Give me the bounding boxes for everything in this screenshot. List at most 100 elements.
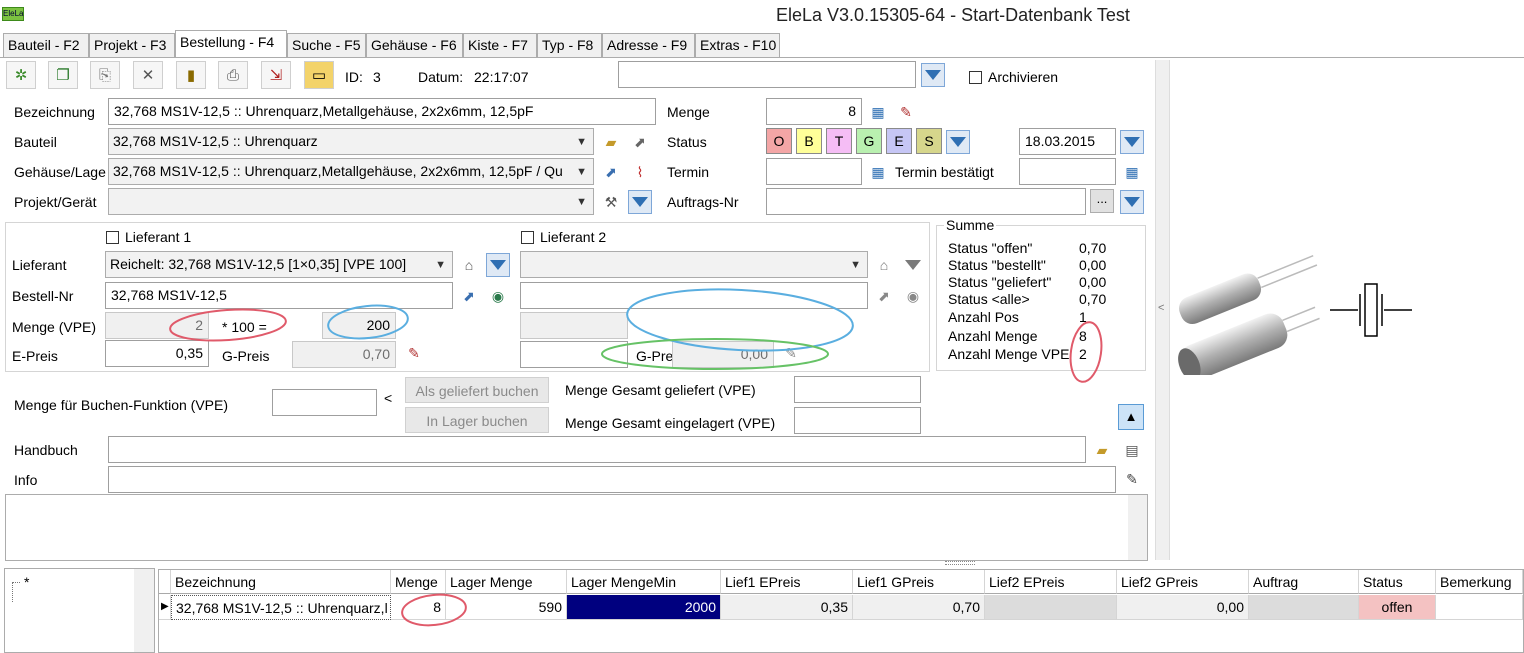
lieferant1-epreis-input[interactable]: 0,35: [105, 340, 209, 367]
table-cell-lager-menge[interactable]: 590: [446, 595, 567, 620]
open-folder-icon[interactable]: ▰: [599, 130, 623, 154]
table-cell-lief2-gpreis[interactable]: 0,00: [1117, 595, 1249, 620]
collapse-left-icon[interactable]: <: [1158, 302, 1164, 314]
bezeichnung-input[interactable]: 32,768 MS1V-12,5 :: Uhrenquarz,Metallgeh…: [108, 98, 656, 125]
termin-input[interactable]: [766, 158, 862, 185]
tab-extras[interactable]: Extras - F10: [695, 33, 780, 57]
eraser-icon[interactable]: ✎: [894, 100, 918, 124]
table-cell-auftrag[interactable]: [1249, 595, 1359, 620]
row-indicator-icon[interactable]: ▶: [159, 595, 171, 620]
home-icon[interactable]: ⌂: [872, 253, 896, 277]
home-icon[interactable]: ⌂: [457, 253, 481, 277]
new-icon[interactable]: ✲: [6, 61, 36, 89]
window-icon[interactable]: ▭: [304, 61, 334, 89]
search-input[interactable]: [618, 61, 916, 88]
tab-suche[interactable]: Suche - F5: [287, 33, 366, 57]
grid-header-lief1-epreis[interactable]: Lief1 EPreis: [721, 570, 853, 594]
tree-scrollbar[interactable]: [134, 569, 154, 652]
filter-icon[interactable]: [946, 130, 970, 154]
status-e-button[interactable]: E: [886, 128, 912, 154]
lieferant2-epreis-input[interactable]: [520, 341, 628, 368]
lieferant2-select[interactable]: ▼: [520, 251, 868, 278]
globe-icon[interactable]: ◉: [486, 284, 510, 308]
grid-header-auftrag[interactable]: Auftrag: [1249, 570, 1359, 594]
memo-scrollbar[interactable]: [1128, 495, 1147, 560]
filter-icon[interactable]: [486, 253, 510, 277]
goto-icon[interactable]: ⬈: [628, 130, 652, 154]
tab-kiste[interactable]: Kiste - F7: [463, 33, 537, 57]
calculator-icon[interactable]: ▦: [866, 100, 890, 124]
print-icon[interactable]: ⎙: [218, 61, 248, 89]
lieferant2-checkbox[interactable]: [521, 231, 534, 244]
grid-header-lief1-gpreis[interactable]: Lief1 GPreis: [853, 570, 985, 594]
chart-icon[interactable]: ⌇: [628, 160, 652, 184]
grid-header-lager-menge[interactable]: Lager Menge: [446, 570, 567, 594]
table-cell-lief2-epreis[interactable]: [985, 595, 1117, 620]
tab-typ[interactable]: Typ - F8: [537, 33, 602, 57]
table-cell-bezeichnung[interactable]: 32,768 MS1V-12,5 :: Uhrenquarz,l: [171, 595, 391, 620]
info-input[interactable]: [108, 466, 1116, 493]
status-date-input[interactable]: 18.03.2015: [1019, 128, 1116, 155]
export-icon[interactable]: ⇲: [261, 61, 291, 89]
archive-box-icon[interactable]: ▮: [176, 61, 206, 89]
grid-header-status[interactable]: Status: [1359, 570, 1436, 594]
gesamt-eingelagert-input[interactable]: [794, 407, 921, 434]
status-b-button[interactable]: B: [796, 128, 822, 154]
projekt-select[interactable]: ▼: [108, 188, 594, 215]
filter-icon[interactable]: [1120, 130, 1144, 154]
status-s-button[interactable]: S: [916, 128, 942, 154]
menge-input[interactable]: 8: [766, 98, 862, 125]
archive-checkbox[interactable]: [969, 71, 982, 84]
grid-header-bezeichnung[interactable]: Bezeichnung: [171, 570, 391, 594]
lieferant1-bestellnr-input[interactable]: 32,768 MS1V-12,5: [105, 282, 453, 309]
in-lager-button[interactable]: In Lager buchen: [405, 407, 549, 433]
calendar-icon[interactable]: ▦: [1120, 160, 1144, 184]
goto-icon[interactable]: ⬈: [872, 284, 896, 308]
grid-header-lief2-epreis[interactable]: Lief2 EPreis: [985, 570, 1117, 594]
filter-icon[interactable]: [901, 253, 925, 277]
filter-icon[interactable]: [921, 63, 945, 87]
tab-adresse[interactable]: Adresse - F9: [602, 33, 695, 57]
table-cell-menge[interactable]: 8: [391, 595, 446, 620]
status-o-button[interactable]: O: [766, 128, 792, 154]
document-icon[interactable]: ▤: [1120, 438, 1144, 462]
grid-header-bemerkung[interactable]: Bemerkung: [1436, 570, 1523, 594]
copy-icon[interactable]: ❐: [48, 61, 78, 89]
goto-icon[interactable]: ⬈: [457, 284, 481, 308]
goto-icon[interactable]: ⬈: [599, 160, 623, 184]
eraser-icon[interactable]: ✎: [402, 341, 426, 365]
lieferant1-select[interactable]: Reichelt: 32,768 MS1V-12,5 [1×0,35] [VPE…: [105, 251, 453, 278]
gesamt-geliefert-input[interactable]: [794, 376, 921, 403]
auftrags-more-button[interactable]: ...: [1090, 189, 1114, 213]
grid-header-menge[interactable]: Menge: [391, 570, 446, 594]
auftrags-input[interactable]: [766, 188, 1086, 215]
grid-header-lief2-gpreis[interactable]: Lief2 GPreis: [1117, 570, 1249, 594]
termin-bestaetigt-input[interactable]: [1019, 158, 1116, 185]
tab-gehaeuse[interactable]: Gehäuse - F6: [366, 33, 463, 57]
memo-textarea[interactable]: [5, 494, 1148, 561]
delete-icon[interactable]: ✕: [133, 61, 163, 89]
eraser-icon[interactable]: ✎: [779, 341, 803, 365]
lieferant1-checkbox[interactable]: [106, 231, 119, 244]
globe-icon[interactable]: ◉: [901, 284, 925, 308]
table-cell-lief1-gpreis[interactable]: 0,70: [853, 595, 985, 620]
buchen-input[interactable]: [272, 389, 377, 416]
tree-root-item[interactable]: *: [24, 574, 29, 590]
edit-icon[interactable]: ✎: [1120, 467, 1144, 491]
bauteil-select[interactable]: 32,768 MS1V-12,5 :: Uhrenquarz ▼: [108, 128, 594, 155]
table-cell-lager-mengemin[interactable]: 2000: [567, 595, 721, 620]
paste-icon[interactable]: ⎘: [90, 61, 120, 89]
open-folder-icon[interactable]: ▰: [1090, 438, 1114, 462]
gehaeuse-select[interactable]: 32,768 MS1V-12,5 :: Uhrenquarz,Metallgeh…: [108, 158, 594, 185]
table-cell-bemerkung[interactable]: [1436, 595, 1523, 620]
status-t-button[interactable]: T: [826, 128, 852, 154]
filter-icon[interactable]: [1120, 190, 1144, 214]
tab-bestellung[interactable]: Bestellung - F4: [175, 30, 287, 58]
tools-icon[interactable]: ⚒: [599, 190, 623, 214]
collapse-up-button[interactable]: ▲: [1118, 404, 1144, 430]
tab-bauteil[interactable]: Bauteil - F2: [3, 33, 89, 57]
table-cell-status[interactable]: offen: [1359, 595, 1436, 620]
handbuch-input[interactable]: [108, 436, 1086, 463]
als-geliefert-button[interactable]: Als geliefert buchen: [405, 377, 549, 403]
calendar-icon[interactable]: ▦: [866, 160, 890, 184]
